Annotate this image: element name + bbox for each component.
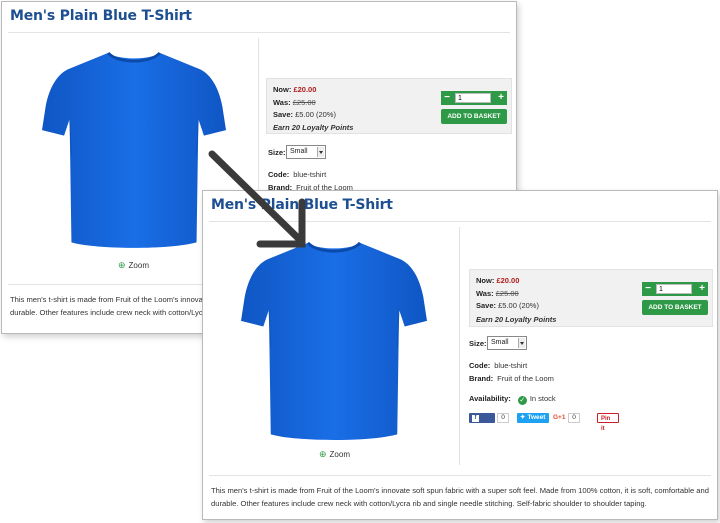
code-label: Code:	[469, 361, 491, 370]
save-value: £5.00 (20%)	[498, 301, 539, 310]
was-price: £25.00	[495, 289, 519, 298]
availability-value: In stock	[529, 394, 556, 403]
magnify-icon: ⊕	[319, 449, 327, 459]
google-plus-count: 0	[568, 413, 580, 423]
description-divider	[209, 475, 711, 476]
was-label: Was:	[476, 289, 494, 298]
increase-quantity-button[interactable]: +	[696, 282, 708, 296]
title-divider	[8, 32, 510, 33]
brand-value: Fruit of the Loom	[497, 374, 554, 383]
product-image[interactable]	[241, 233, 427, 447]
zoom-link[interactable]: ⊕ Zoom	[118, 260, 149, 271]
size-select[interactable]: Small	[487, 336, 527, 350]
decrease-quantity-button[interactable]: −	[642, 282, 654, 296]
loyalty-points: Earn 20 Loyalty Points	[273, 123, 354, 132]
add-to-basket-button[interactable]: ADD TO BASKET	[642, 300, 708, 315]
now-price: £20.00	[293, 85, 317, 94]
was-label: Was:	[273, 98, 291, 107]
magnify-icon: ⊕	[118, 260, 126, 270]
price-box: Now: £20.00 Was: £25.00 Save: £5.00 (20%…	[266, 78, 512, 134]
decrease-quantity-button[interactable]: −	[441, 91, 453, 105]
increase-quantity-button[interactable]: +	[495, 91, 507, 105]
tweet-button[interactable]: ✦ Tweet	[517, 413, 549, 423]
arrow-icon	[208, 150, 306, 248]
like-count: 0	[497, 413, 509, 423]
column-divider	[459, 227, 460, 465]
chevron-down-icon	[317, 147, 324, 157]
add-to-basket-button[interactable]: ADD TO BASKET	[441, 109, 507, 124]
facebook-like-button[interactable]: fLike	[469, 413, 495, 431]
now-label: Now:	[273, 85, 292, 94]
twitter-bird-icon: ✦	[520, 414, 526, 421]
quantity-stepper: − +	[441, 91, 507, 105]
zoom-link[interactable]: ⊕ Zoom	[319, 449, 350, 460]
save-label: Save:	[273, 110, 294, 119]
chevron-down-icon	[518, 338, 525, 348]
google-plus-button[interactable]: G+1	[552, 413, 568, 423]
save-value: £5.00 (20%)	[295, 110, 336, 119]
now-label: Now:	[476, 276, 495, 285]
description-line: This men's t-shirt is made from Fruit of…	[10, 295, 205, 304]
quantity-input[interactable]	[656, 284, 692, 294]
brand-label: Brand:	[469, 374, 494, 383]
description-line: durable. Other features include crew nec…	[211, 499, 647, 508]
quantity-input[interactable]	[455, 93, 491, 103]
description-line: This men's t-shirt is made from Fruit of…	[211, 486, 709, 495]
page-title: Men's Plain Blue T-Shirt	[10, 8, 192, 24]
quantity-stepper: − +	[642, 282, 708, 296]
check-circle-icon: ✓	[517, 396, 527, 405]
facebook-icon: f	[472, 415, 479, 422]
was-price: £25.00	[292, 98, 316, 107]
loyalty-points: Earn 20 Loyalty Points	[476, 315, 557, 324]
now-price: £20.00	[496, 276, 520, 285]
save-label: Save:	[476, 301, 497, 310]
description-line: durable. Other features include crew nec…	[10, 308, 210, 317]
pinterest-pin-button[interactable]: Pin it	[597, 413, 619, 432]
size-label: Size:	[469, 339, 487, 348]
product-image[interactable]	[42, 42, 226, 256]
code-value: blue-tshirt	[494, 361, 528, 370]
availability-label: Availability:	[469, 394, 511, 403]
price-box: Now: £20.00 Was: £25.00 Save: £5.00 (20%…	[469, 269, 713, 327]
